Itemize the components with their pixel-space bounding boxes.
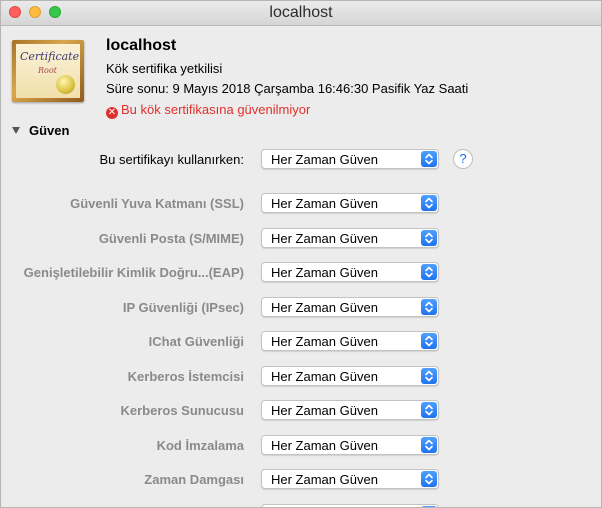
window-title: localhost bbox=[269, 4, 333, 21]
trust-setting-label: Kod İmzalama bbox=[156, 438, 244, 453]
trust-setting-popup[interactable]: Her Zaman Güven bbox=[261, 366, 439, 386]
trust-setting-popup[interactable]: Her Zaman Güven bbox=[261, 262, 439, 282]
up-down-chevron-icon[interactable] bbox=[421, 230, 437, 246]
up-down-chevron-icon[interactable] bbox=[421, 151, 437, 167]
trust-setting-row: Güvenli Posta (S/MIME) Her Zaman Güven bbox=[1, 228, 601, 250]
up-down-chevron-icon[interactable] bbox=[421, 437, 437, 453]
help-button[interactable]: ? bbox=[453, 149, 473, 169]
trust-setting-label: IP Güvenliği (IPsec) bbox=[122, 300, 244, 315]
trust-setting-popup[interactable]: Her Zaman Güven bbox=[261, 297, 439, 317]
trust-section-toggle[interactable]: Güven bbox=[12, 123, 69, 138]
certificate-name: localhost bbox=[106, 37, 177, 54]
trust-setting-popup[interactable]: Her Zaman Güven bbox=[261, 435, 439, 455]
error-icon: ✕ bbox=[106, 107, 118, 119]
popup-value: Her Zaman Güven bbox=[271, 438, 378, 453]
disclosure-triangle-icon[interactable] bbox=[12, 127, 20, 134]
when-using-popup[interactable]: Her Zaman Güven bbox=[261, 149, 439, 169]
up-down-chevron-icon[interactable] bbox=[421, 264, 437, 280]
popup-value: Her Zaman Güven bbox=[271, 334, 378, 349]
certificate-icon-text: Certificate bbox=[20, 50, 80, 63]
trust-setting-popup[interactable]: Her Zaman Güven bbox=[261, 400, 439, 420]
trust-setting-label: Genişletilebilir Kimlik Doğru...(EAP) bbox=[23, 265, 244, 280]
trust-section-label: Güven bbox=[29, 123, 70, 138]
up-down-chevron-icon[interactable] bbox=[421, 402, 437, 418]
popup-value: Her Zaman Güven bbox=[271, 265, 378, 280]
title-bar[interactable]: localhost bbox=[1, 1, 601, 26]
popup-value: Her Zaman Güven bbox=[271, 472, 378, 487]
help-icon: ? bbox=[459, 151, 467, 166]
trust-setting-popup[interactable]: Her Zaman Güven bbox=[261, 469, 439, 489]
trust-setting-row: Zaman Damgası Her Zaman Güven bbox=[1, 469, 601, 491]
popup-value: Her Zaman Güven bbox=[271, 300, 378, 315]
up-down-chevron-icon[interactable] bbox=[421, 333, 437, 349]
trust-setting-popup[interactable] bbox=[261, 504, 439, 507]
trust-setting-row: Kod İmzalama Her Zaman Güven bbox=[1, 435, 601, 457]
trust-setting-row: IP Güvenliği (IPsec) Her Zaman Güven bbox=[1, 297, 601, 319]
when-using-label: Bu sertifikayı kullanırken: bbox=[99, 152, 244, 167]
trust-setting-row: Güvenli Yuva Katmanı (SSL) Her Zaman Güve… bbox=[1, 193, 601, 215]
certificate-expiry: Süre sonu: 9 Mayıs 2018 Çarşamba 16:46:3… bbox=[106, 81, 469, 96]
trust-setting-popup[interactable]: Her Zaman Güven bbox=[261, 228, 439, 248]
trust-setting-popup[interactable]: Her Zaman Güven bbox=[261, 193, 439, 213]
trust-setting-row: Kerberos İstemcisi Her Zaman Güven bbox=[1, 366, 601, 388]
up-down-chevron-icon[interactable] bbox=[421, 368, 437, 384]
trust-setting-label: Güvenli Posta (S/MIME) bbox=[98, 231, 244, 246]
trust-setting-row: IChat Güvenliği Her Zaman Güven bbox=[1, 331, 601, 353]
trust-setting-row: Genişletilebilir Kimlik Doğru...(EAP) Her… bbox=[1, 262, 601, 284]
trust-warning: ✕ Bu kök sertifikasına güvenilmiyor bbox=[106, 102, 310, 119]
popup-value: Her Zaman Güven bbox=[271, 196, 378, 211]
certificate-window: localhost Certificate Root localhost Kök… bbox=[0, 0, 602, 508]
trust-setting-popup[interactable]: Her Zaman Güven bbox=[261, 331, 439, 351]
trust-setting-row bbox=[1, 504, 601, 507]
trust-row-when-using: Bu sertifikayı kullanırken: Her Zaman Gü… bbox=[1, 149, 601, 171]
trust-setting-label: Kerberos Sunucusu bbox=[120, 403, 244, 418]
trust-setting-label: IChat Güvenliği bbox=[148, 334, 244, 349]
trust-setting-label: Kerberos İstemcisi bbox=[127, 369, 244, 384]
up-down-chevron-icon[interactable] bbox=[421, 195, 437, 211]
trust-setting-label: Güvenli Yuva Katmanı (SSL) bbox=[70, 196, 244, 211]
trust-setting-label: Zaman Damgası bbox=[144, 472, 244, 487]
certificate-icon: Certificate Root bbox=[12, 40, 84, 102]
popup-value: Her Zaman Güven bbox=[271, 231, 378, 246]
popup-value: Her Zaman Güven bbox=[271, 152, 378, 167]
popup-value: Her Zaman Güven bbox=[271, 403, 378, 418]
certificate-icon-subtext: Root bbox=[38, 66, 57, 75]
up-down-chevron-icon[interactable] bbox=[421, 299, 437, 315]
up-down-chevron-icon[interactable] bbox=[421, 471, 437, 487]
popup-value: Her Zaman Güven bbox=[271, 369, 378, 384]
trust-setting-row: Kerberos Sunucusu Her Zaman Güven bbox=[1, 400, 601, 422]
seal-icon bbox=[56, 75, 75, 94]
trust-warning-text: Bu kök sertifikasına güvenilmiyor bbox=[121, 102, 311, 117]
certificate-type: Kök sertifika yetkilisi bbox=[106, 61, 223, 76]
